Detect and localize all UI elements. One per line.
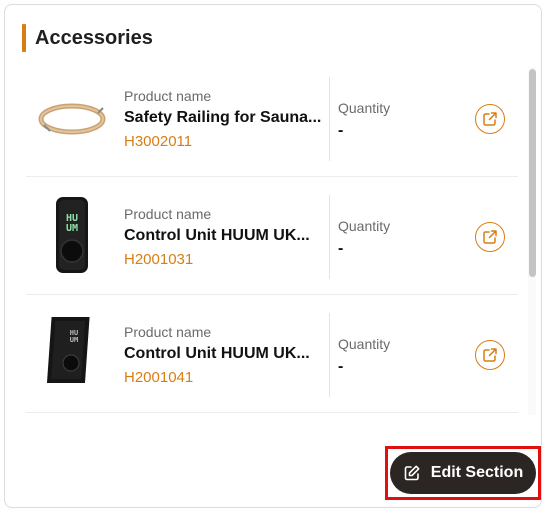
product-name-label: Product name [124, 206, 212, 222]
product-code: H2001031 [124, 251, 194, 268]
external-link-icon [483, 230, 497, 244]
open-product-button[interactable] [475, 340, 505, 370]
product-name: Control Unit HUUM UK... [124, 227, 310, 244]
column-divider [329, 313, 330, 397]
product-name: Safety Railing for Sauna... [124, 109, 322, 126]
control-unit-image: HU UM [46, 317, 90, 383]
quantity-label: Quantity [338, 336, 391, 352]
quantity-value: - [338, 358, 344, 375]
quantity-label: Quantity [338, 218, 391, 234]
open-product-button[interactable] [475, 222, 505, 252]
railing-image [38, 103, 106, 135]
product-name: Control Unit HUUM UK... [124, 345, 310, 362]
quantity-value: - [338, 122, 344, 139]
product-name-label: Product name [124, 324, 212, 340]
product-name-label: Product name [124, 88, 212, 104]
external-link-icon [483, 348, 497, 362]
product-list[interactable]: Product name Safety Railing for Sauna...… [26, 61, 518, 413]
quantity-value: - [338, 240, 344, 257]
column-divider [329, 195, 330, 279]
svg-text:UM: UM [70, 336, 78, 344]
svg-text:UM: UM [66, 223, 78, 234]
product-row: Product name Safety Railing for Sauna...… [26, 61, 518, 177]
accessories-card: Accessories Product name Safety Railing … [4, 4, 542, 508]
product-row: HU UM Product name Control Unit HUUM UK.… [26, 179, 518, 295]
column-divider [329, 77, 330, 161]
product-code: H2001041 [124, 369, 194, 386]
product-code: H3002011 [124, 133, 193, 150]
section-title: Accessories [35, 27, 153, 49]
control-unit-image: HU UM [56, 197, 88, 273]
scrollbar-thumb[interactable] [529, 69, 536, 277]
product-row: HU UM Product name Control Unit HUUM UK.… [26, 297, 518, 413]
highlight-box [385, 446, 541, 500]
title-accent-bar [22, 24, 26, 52]
quantity-label: Quantity [338, 100, 391, 116]
open-product-button[interactable] [475, 104, 505, 134]
external-link-icon [483, 112, 497, 126]
